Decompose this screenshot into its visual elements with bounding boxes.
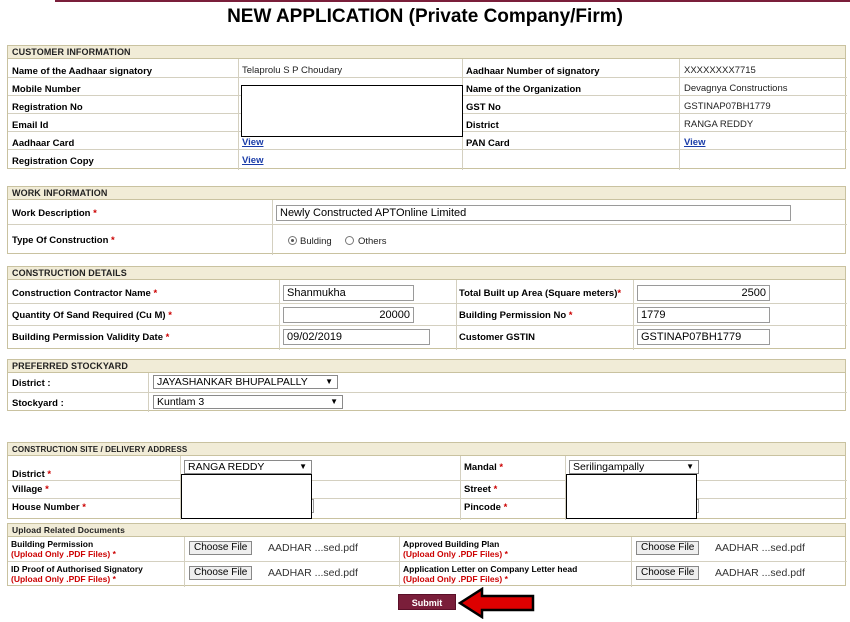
- aadhaar-card-label: Aadhaar Card: [12, 138, 75, 149]
- upload-section-heading: Upload Related Documents: [8, 524, 845, 537]
- house-number-label: House Number *: [12, 502, 86, 513]
- building-permission-upload-label: Building Permission (Upload Only .PDF Fil…: [11, 539, 116, 559]
- approved-plan-file-name: AADHAR ...sed.pdf: [715, 542, 805, 554]
- customer-gstin-input[interactable]: GSTINAP07BH1779: [637, 329, 770, 345]
- district-value: RANGA REDDY: [684, 119, 754, 130]
- approved-plan-choose-file[interactable]: Choose File: [636, 541, 700, 555]
- stockyard-section-heading: PREFERRED STOCKYARD: [8, 360, 845, 373]
- building-permission-choose-file[interactable]: Choose File: [189, 541, 253, 555]
- district-label: District: [466, 120, 499, 131]
- mobile-number-label: Mobile Number: [12, 84, 81, 95]
- approved-plan-upload-label: Approved Building Plan (Upload Only .PDF …: [403, 539, 508, 559]
- customer-gstin-label: Customer GSTIN: [459, 332, 536, 343]
- id-proof-choose-file[interactable]: Choose File: [189, 566, 253, 580]
- delivery-address-section: CONSTRUCTION SITE / DELIVERY ADDRESS Dis…: [7, 442, 847, 520]
- site-district-select[interactable]: RANGA REDDY ▼: [184, 460, 312, 474]
- pan-card-label: PAN Card: [466, 138, 510, 149]
- email-id-label: Email Id: [12, 120, 49, 131]
- top-accent-line: [55, 0, 850, 2]
- construction-section-heading: CONSTRUCTION DETAILS: [8, 267, 845, 280]
- chevron-down-icon: ▼: [325, 377, 333, 386]
- stockyard-label: Stockyard :: [12, 398, 64, 409]
- upload-documents-section: Upload Related Documents Building Permis…: [7, 523, 847, 587]
- village-label: Village *: [12, 484, 49, 495]
- building-permission-file-name: AADHAR ...sed.pdf: [268, 542, 358, 554]
- id-proof-upload-label: ID Proof of Authorised Signatory (Upload …: [11, 564, 143, 584]
- pincode-label: Pincode *: [464, 502, 508, 513]
- redacted-contact-box: [241, 85, 463, 137]
- builtup-area-input[interactable]: 2500: [637, 285, 770, 301]
- permission-no-label: Building Permission No *: [459, 310, 573, 321]
- permission-validity-input[interactable]: 09/02/2019: [283, 329, 430, 345]
- delivery-section-heading: CONSTRUCTION SITE / DELIVERY ADDRESS: [8, 443, 845, 456]
- chevron-down-icon: ▼: [299, 462, 307, 471]
- left-arrow-icon: [458, 587, 535, 619]
- chevron-down-icon: ▼: [330, 397, 338, 406]
- gst-no-label: GST No: [466, 102, 501, 113]
- mandal-label: Mandal *: [464, 462, 504, 473]
- radio-building[interactable]: [288, 236, 297, 245]
- sand-quantity-label: Quantity Of Sand Required (Cu M) *: [12, 310, 172, 321]
- aadhaar-number-value: XXXXXXXX7715: [684, 65, 756, 76]
- redacted-village-box: [181, 474, 312, 519]
- work-description-label: Work Description *: [12, 208, 97, 219]
- application-letter-upload-label: Application Letter on Company Letter hea…: [403, 564, 578, 584]
- radio-others[interactable]: [345, 236, 354, 245]
- street-label: Street *: [464, 484, 498, 495]
- construction-details-section: CONSTRUCTION DETAILS Construction Contra…: [7, 266, 847, 350]
- radio-others-label: Others: [358, 236, 387, 247]
- id-proof-file-name: AADHAR ...sed.pdf: [268, 567, 358, 579]
- aadhaar-number-label: Aadhaar Number of signatory: [466, 66, 600, 77]
- sand-quantity-input[interactable]: 20000: [283, 307, 414, 323]
- preferred-stockyard-section: PREFERRED STOCKYARD District : JAYASHANK…: [7, 359, 847, 412]
- redacted-street-box: [566, 474, 697, 519]
- contractor-name-label: Construction Contractor Name *: [12, 288, 158, 299]
- mandal-select[interactable]: Serilingampally ▼: [569, 460, 699, 474]
- aadhaar-signatory-label: Name of the Aadhaar signatory: [12, 66, 153, 77]
- aadhaar-signatory-value: Telaprolu S P Choudary: [242, 65, 343, 76]
- permission-no-input[interactable]: 1779: [637, 307, 770, 323]
- permission-validity-label: Building Permission Validity Date *: [12, 332, 170, 343]
- organization-label: Name of the Organization: [466, 84, 582, 95]
- pan-card-view-link[interactable]: View: [684, 137, 705, 148]
- registration-copy-label: Registration Copy: [12, 156, 94, 167]
- organization-value: Devagnya Constructions: [684, 83, 788, 94]
- stockyard-district-label: District :: [12, 378, 51, 389]
- registration-no-label: Registration No: [12, 102, 83, 113]
- gst-no-value: GSTINAP07BH1779: [684, 101, 771, 112]
- page-title: NEW APPLICATION (Private Company/Firm): [227, 6, 623, 27]
- work-description-input[interactable]: Newly Constructed APTOnline Limited: [276, 205, 791, 221]
- builtup-area-label: Total Built up Area (Square meters)*: [459, 288, 622, 299]
- application-letter-file-name: AADHAR ...sed.pdf: [715, 567, 805, 579]
- customer-information-section: CUSTOMER INFORMATION Name of the Aadhaar…: [7, 45, 847, 170]
- work-section-heading: WORK INFORMATION: [8, 187, 845, 200]
- work-information-section: WORK INFORMATION Work Description * Newl…: [7, 186, 847, 255]
- site-district-label: District *: [12, 469, 52, 480]
- stockyard-district-select[interactable]: JAYASHANKAR BHUPALPALLY ▼: [153, 375, 338, 389]
- type-of-construction-label: Type Of Construction *: [12, 235, 115, 246]
- registration-copy-view-link[interactable]: View: [242, 155, 263, 166]
- customer-section-heading: CUSTOMER INFORMATION: [8, 46, 845, 59]
- contractor-name-input[interactable]: Shanmukha: [283, 285, 414, 301]
- submit-button[interactable]: Submit: [398, 594, 456, 610]
- aadhaar-card-view-link[interactable]: View: [242, 137, 263, 148]
- radio-building-label: Bulding: [300, 236, 332, 247]
- stockyard-select[interactable]: Kuntlam 3 ▼: [153, 395, 343, 409]
- application-letter-choose-file[interactable]: Choose File: [636, 566, 700, 580]
- chevron-down-icon: ▼: [686, 462, 694, 471]
